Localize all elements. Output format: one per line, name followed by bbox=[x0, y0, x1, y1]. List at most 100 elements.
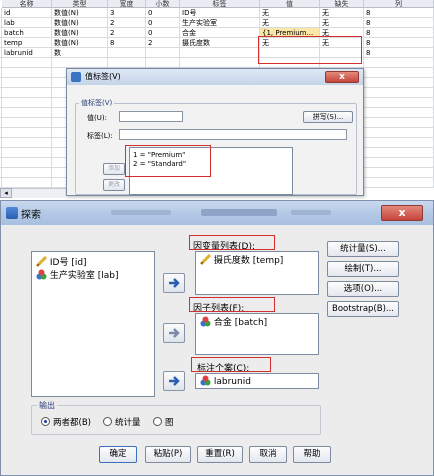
column-header[interactable]: 标签 bbox=[180, 0, 260, 8]
table-cell[interactable] bbox=[146, 58, 180, 68]
table-cell[interactable]: 8 bbox=[364, 8, 434, 18]
table-cell[interactable]: 0 bbox=[146, 8, 180, 18]
list-item[interactable]: 合金 [batch] bbox=[200, 316, 267, 329]
table-cell[interactable] bbox=[364, 148, 434, 158]
table-cell[interactable] bbox=[2, 78, 52, 88]
table-cell[interactable]: 0 bbox=[146, 28, 180, 38]
table-cell[interactable]: 无 bbox=[260, 18, 320, 28]
table-cell[interactable]: 摄氏度数 bbox=[180, 38, 260, 48]
table-cell[interactable] bbox=[364, 98, 434, 108]
table-cell[interactable] bbox=[2, 58, 52, 68]
label-input[interactable] bbox=[119, 129, 347, 140]
radio-statistics[interactable] bbox=[103, 417, 112, 426]
move-to-case-label-button[interactable] bbox=[163, 371, 185, 391]
table-cell[interactable] bbox=[108, 48, 146, 58]
bootstrap-button[interactable]: Bootstrap(B)... bbox=[327, 301, 399, 317]
table-cell[interactable]: id bbox=[2, 8, 52, 18]
list-item[interactable]: ID号 [id] bbox=[35, 255, 87, 269]
table-cell[interactable]: ID号 bbox=[180, 8, 260, 18]
reset-button[interactable]: 重置(R) bbox=[197, 446, 243, 463]
table-cell[interactable]: 0 bbox=[146, 18, 180, 28]
table-cell[interactable] bbox=[2, 128, 52, 138]
table-cell[interactable] bbox=[364, 68, 434, 78]
close-icon[interactable]: x bbox=[381, 205, 423, 221]
table-cell[interactable]: labrunid bbox=[2, 48, 52, 58]
table-cell[interactable] bbox=[52, 58, 108, 68]
radio-plots[interactable] bbox=[153, 417, 162, 426]
plots-button[interactable]: 绘制(T)... bbox=[327, 261, 399, 277]
table-cell[interactable] bbox=[364, 88, 434, 98]
source-variable-list[interactable]: ID号 [id] 生产实验室 [lab] bbox=[31, 251, 155, 397]
table-cell[interactable]: 2 bbox=[146, 38, 180, 48]
close-icon[interactable]: x bbox=[325, 71, 359, 83]
table-cell[interactable] bbox=[364, 128, 434, 138]
column-header[interactable]: 名称 bbox=[2, 0, 52, 8]
options-button[interactable]: 选项(O)... bbox=[327, 281, 399, 297]
table-cell[interactable]: 无 bbox=[320, 18, 364, 28]
table-cell[interactable]: 8 bbox=[364, 18, 434, 28]
list-item[interactable]: 摄氏度数 [temp] bbox=[199, 253, 283, 267]
list-item[interactable]: labrunid bbox=[200, 375, 251, 388]
table-cell[interactable] bbox=[364, 58, 434, 68]
change-button[interactable]: 更改(C) bbox=[103, 179, 125, 191]
add-button[interactable]: 添加(A) bbox=[103, 163, 125, 175]
table-cell[interactable] bbox=[2, 98, 52, 108]
column-header[interactable]: 类型 bbox=[52, 0, 108, 8]
factor-list[interactable]: 合金 [batch] bbox=[195, 313, 319, 355]
cancel-button[interactable]: 取消 bbox=[249, 446, 287, 463]
table-cell[interactable]: 3 bbox=[108, 8, 146, 18]
table-cell[interactable] bbox=[2, 138, 52, 148]
table-cell[interactable]: 8 bbox=[364, 28, 434, 38]
table-cell[interactable]: 数值(N) bbox=[52, 38, 108, 48]
value-input[interactable] bbox=[119, 111, 183, 122]
table-cell[interactable] bbox=[364, 108, 434, 118]
table-cell[interactable]: 合金 bbox=[180, 28, 260, 38]
paste-button[interactable]: 粘贴(P) bbox=[145, 446, 191, 463]
table-cell[interactable]: temp bbox=[2, 38, 52, 48]
table-cell[interactable] bbox=[180, 58, 260, 68]
table-cell[interactable]: 数值(N) bbox=[52, 18, 108, 28]
dependent-list[interactable]: 摄氏度数 [temp] bbox=[195, 251, 319, 295]
table-cell[interactable]: 数值(N) bbox=[52, 28, 108, 38]
ok-button[interactable]: 确定 bbox=[99, 446, 137, 463]
move-to-dependent-button[interactable] bbox=[163, 273, 185, 293]
table-cell[interactable] bbox=[2, 108, 52, 118]
table-cell[interactable]: batch bbox=[2, 28, 52, 38]
table-cell[interactable]: 8 bbox=[108, 38, 146, 48]
list-item[interactable]: 生产实验室 [lab] bbox=[36, 269, 119, 282]
scroll-left-button[interactable]: ◂ bbox=[0, 188, 12, 198]
table-cell[interactable] bbox=[364, 168, 434, 178]
table-cell[interactable] bbox=[364, 138, 434, 148]
table-cell[interactable]: 8 bbox=[364, 38, 434, 48]
table-cell[interactable]: 无 bbox=[260, 8, 320, 18]
table-cell[interactable] bbox=[146, 48, 180, 58]
table-cell[interactable]: 无 bbox=[320, 8, 364, 18]
column-header[interactable]: 值 bbox=[260, 0, 320, 8]
table-cell[interactable] bbox=[364, 178, 434, 188]
table-cell[interactable] bbox=[180, 48, 260, 58]
table-cell[interactable]: 生产实验室 bbox=[180, 18, 260, 28]
table-cell[interactable] bbox=[364, 118, 434, 128]
table-cell[interactable] bbox=[2, 158, 52, 168]
help-button[interactable]: 帮助 bbox=[293, 446, 331, 463]
table-cell[interactable] bbox=[2, 118, 52, 128]
spell-button[interactable]: 拼写(S)... bbox=[303, 111, 353, 123]
table-cell[interactable]: 数值(N) bbox=[52, 8, 108, 18]
radio-both[interactable] bbox=[41, 417, 50, 426]
table-cell[interactable]: 8 bbox=[364, 48, 434, 58]
table-cell[interactable] bbox=[2, 178, 52, 188]
table-cell[interactable] bbox=[364, 158, 434, 168]
table-cell[interactable] bbox=[2, 68, 52, 78]
table-cell[interactable] bbox=[2, 88, 52, 98]
horizontal-scrollbar[interactable] bbox=[12, 188, 66, 198]
table-cell[interactable] bbox=[2, 168, 52, 178]
column-header[interactable]: 宽度 bbox=[108, 0, 146, 8]
table-cell[interactable] bbox=[108, 58, 146, 68]
table-cell[interactable]: lab bbox=[2, 18, 52, 28]
column-header[interactable]: 小数 bbox=[146, 0, 180, 8]
column-header[interactable]: 缺失 bbox=[320, 0, 364, 8]
table-cell[interactable] bbox=[2, 148, 52, 158]
table-cell[interactable]: 2 bbox=[108, 28, 146, 38]
column-header[interactable]: 列 bbox=[364, 0, 434, 8]
statistics-button[interactable]: 统计量(S)... bbox=[327, 241, 399, 257]
